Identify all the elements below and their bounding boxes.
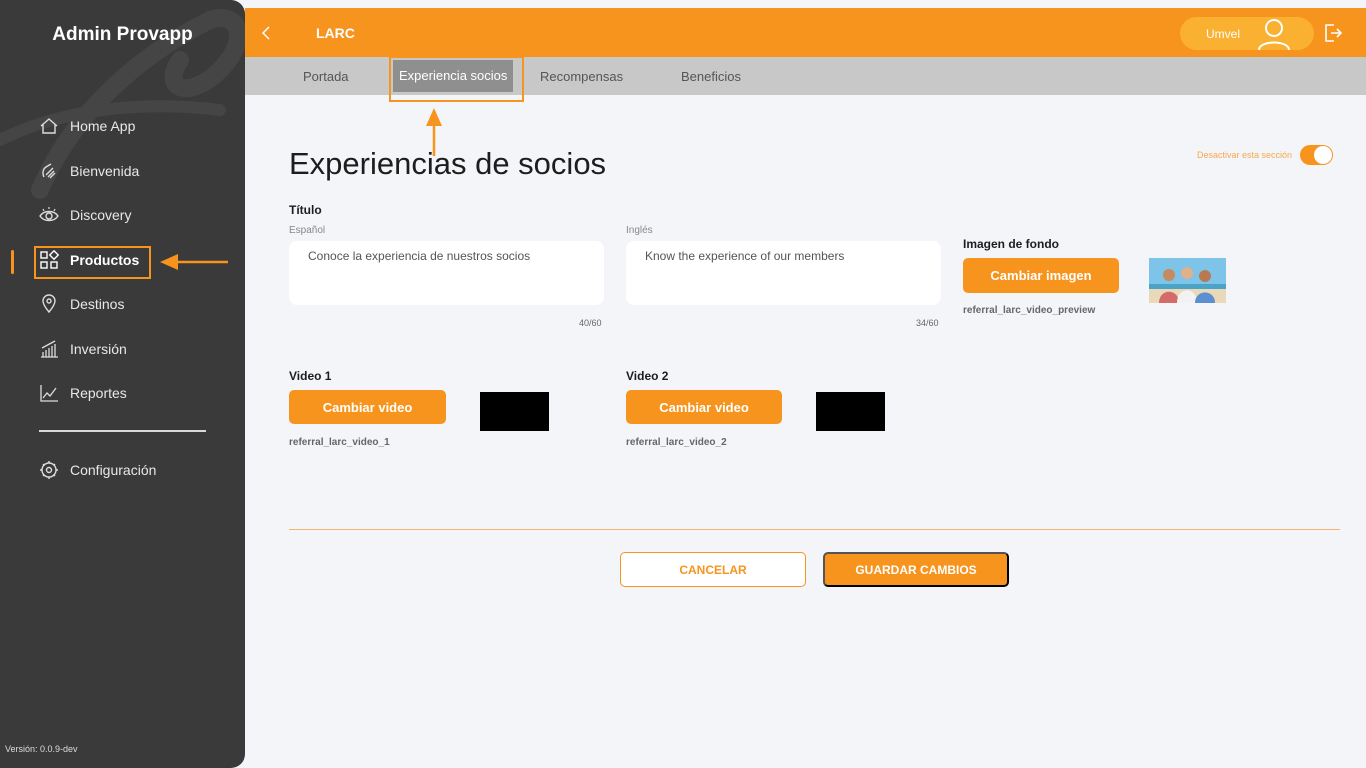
- gear-icon: [38, 459, 60, 481]
- user-menu[interactable]: Umvel: [1180, 17, 1314, 50]
- sidebar-divider: [39, 430, 206, 432]
- sidebar-item-home-app[interactable]: Home App: [38, 112, 135, 140]
- spanish-title-input[interactable]: Conoce la experiencia de nuestros socios: [289, 241, 604, 305]
- english-title-input[interactable]: Know the experience of our members: [626, 241, 941, 305]
- active-indicator: [11, 250, 14, 274]
- titulo-label: Título: [289, 203, 322, 217]
- sidebar-item-label: Configuración: [70, 462, 157, 478]
- home-icon: [38, 115, 60, 137]
- wave-hand-icon: [38, 160, 60, 182]
- sidebar-item-label: Inversión: [70, 341, 127, 357]
- highlight-box-productos: [34, 246, 151, 279]
- spanish-counter: 40/60: [579, 318, 602, 328]
- english-counter: 34/60: [916, 318, 939, 328]
- video1-file-name: referral_larc_video_1: [289, 437, 390, 448]
- sidebar-item-bienvenida[interactable]: Bienvenida: [38, 157, 139, 185]
- english-label: Inglés: [626, 225, 653, 236]
- sidebar-item-inversion[interactable]: Inversión: [38, 335, 127, 363]
- app-title: LARC: [316, 25, 355, 41]
- video1-thumbnail: [480, 392, 549, 431]
- sidebar-item-label: Discovery: [70, 207, 132, 223]
- sidebar-item-label: Home App: [70, 118, 136, 134]
- user-avatar-icon: [1258, 19, 1290, 50]
- save-changes-button[interactable]: GUARDAR CAMBIOS: [823, 552, 1009, 587]
- change-image-button[interactable]: Cambiar imagen: [963, 258, 1119, 293]
- video2-file-name: referral_larc_video_2: [626, 437, 727, 448]
- sidebar-item-destinos[interactable]: Destinos: [38, 290, 124, 318]
- toggle-switch[interactable]: [1300, 145, 1334, 165]
- cancel-button[interactable]: CANCELAR: [620, 552, 806, 587]
- tab-beneficios[interactable]: Beneficios: [681, 69, 741, 84]
- video2-thumbnail: [816, 392, 885, 431]
- video2-label: Video 2: [626, 369, 669, 383]
- toggle-knob: [1314, 146, 1333, 164]
- location-pin-icon: [38, 293, 60, 315]
- sidebar-item-reportes[interactable]: Reportes: [38, 379, 127, 407]
- page-title: Experiencias de socios: [289, 146, 607, 181]
- sidebar-item-label: Destinos: [70, 296, 125, 312]
- change-video2-button[interactable]: Cambiar video: [626, 390, 782, 424]
- sidebar-item-label: Bienvenida: [70, 163, 140, 179]
- eye-icon: [38, 204, 60, 226]
- change-video1-button[interactable]: Cambiar video: [289, 390, 446, 424]
- version-label: Versión: 0.0.9-dev: [5, 744, 78, 754]
- brand-title: Admin Provapp: [52, 24, 193, 45]
- footer-divider: [289, 529, 1340, 530]
- bar-chart-icon: [38, 338, 60, 360]
- sidebar-item-label: Reportes: [70, 385, 127, 401]
- back-chevron-icon[interactable]: [259, 23, 273, 43]
- logout-icon[interactable]: [1323, 22, 1343, 44]
- spanish-label: Español: [289, 225, 326, 236]
- video1-label: Video 1: [289, 369, 332, 383]
- highlight-box-tab: [389, 56, 524, 102]
- sidebar-item-configuracion[interactable]: Configuración: [38, 456, 156, 484]
- background-image-thumbnail: [1149, 258, 1226, 303]
- sidebar: Admin Provapp Home App Bienvenida Discov…: [0, 0, 245, 768]
- toggle-label: Desactivar esta sección: [1197, 150, 1293, 160]
- line-chart-icon: [38, 382, 60, 404]
- annotation-arrow-left-icon: [160, 254, 228, 270]
- top-bar: LARC Umvel: [245, 8, 1366, 57]
- beach-photo-icon: [1149, 258, 1226, 303]
- background-image-label: Imagen de fondo: [963, 237, 1059, 251]
- tab-recompensas[interactable]: Recompensas: [540, 69, 623, 84]
- section-toggle[interactable]: Desactivar esta sección: [1197, 145, 1334, 165]
- user-name: Umvel: [1206, 27, 1241, 41]
- tab-portada[interactable]: Portada: [303, 69, 349, 84]
- sidebar-item-discovery[interactable]: Discovery: [38, 201, 131, 229]
- background-file-name: referral_larc_video_preview: [963, 305, 1096, 316]
